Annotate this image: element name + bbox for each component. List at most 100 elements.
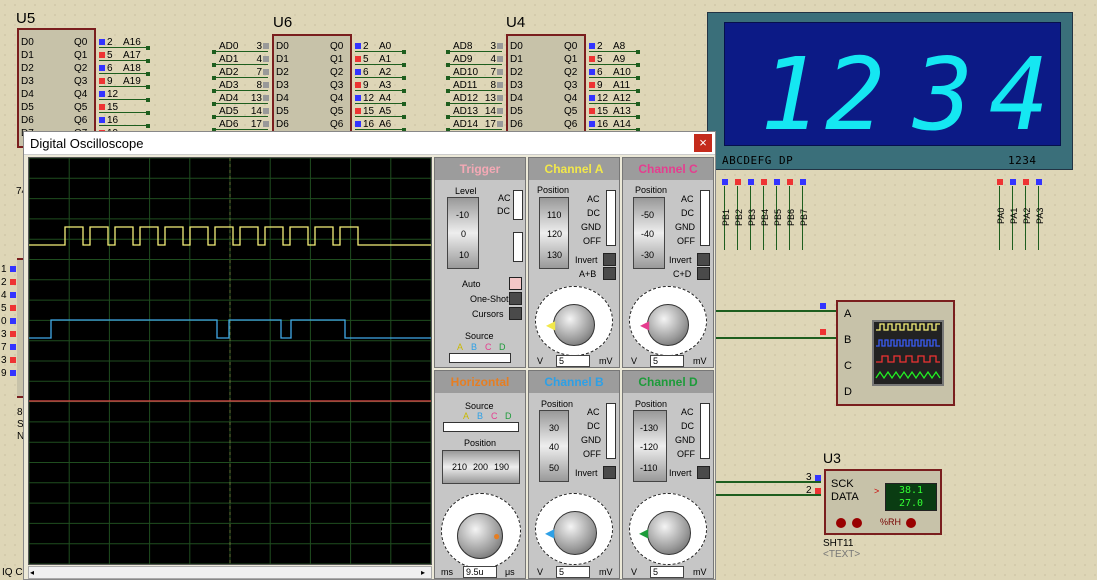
u5-right-wire-4 xyxy=(99,99,147,100)
channel-a-sum-button[interactable] xyxy=(603,267,616,280)
channel-d-value[interactable]: 5 xyxy=(650,566,684,578)
channel-b-mode-switch[interactable] xyxy=(606,403,616,459)
channel-a-position-slider[interactable]: 110 120 130 xyxy=(539,197,569,269)
trigger-auto-button[interactable] xyxy=(509,277,522,290)
channel-c-invert-button[interactable] xyxy=(697,253,710,266)
u4-right-pin-2: Q2 xyxy=(564,67,578,78)
u6-left-dot-6 xyxy=(263,121,269,127)
channel-c-mode-ac[interactable]: AC xyxy=(681,194,694,204)
channel-b-unit-mv: mV xyxy=(599,567,613,577)
wire-scope-a xyxy=(716,310,836,312)
trigger-dc-label: DC xyxy=(497,206,510,216)
trigger-source-c[interactable]: C xyxy=(485,342,492,352)
channel-b-mode-ac[interactable]: AC xyxy=(587,407,600,417)
u5-right-dot-5 xyxy=(99,104,105,110)
osc-traces xyxy=(28,157,432,565)
trigger-source-slider[interactable] xyxy=(449,353,511,363)
u4-right-pin-0: Q0 xyxy=(564,41,578,52)
sht11-reading-1: 38.1 xyxy=(898,485,924,496)
channel-c-volts-knob[interactable] xyxy=(647,304,689,346)
horizontal-position-slider[interactable]: 210 200 190 xyxy=(442,450,520,484)
channel-d-mode-off[interactable]: OFF xyxy=(677,449,695,459)
channel-b-volts-knob[interactable] xyxy=(553,511,597,555)
u5-right-term-1 xyxy=(146,59,150,63)
channel-c-mode-switch[interactable] xyxy=(700,190,710,246)
u4-right-dot-5 xyxy=(589,108,595,114)
u4-right-term-3 xyxy=(636,89,640,93)
channel-d-mode-gnd[interactable]: GND xyxy=(675,435,695,445)
channel-b-value[interactable]: 5 xyxy=(556,566,590,578)
trigger-oneshot-button[interactable] xyxy=(509,292,522,305)
u5-left-pin-6: D6 xyxy=(21,115,34,126)
channel-b-position-slider[interactable]: 30 40 50 xyxy=(539,410,569,482)
digital-oscilloscope-window[interactable]: Digital Oscilloscope × ◂ ▸ Trigger Level… xyxy=(23,131,716,580)
channel-b-unit-v: V xyxy=(537,567,544,577)
seg-b-dot-6 xyxy=(800,179,806,185)
osc-screen[interactable] xyxy=(28,157,432,565)
channel-a-value[interactable]: 5 xyxy=(556,355,590,367)
channel-a-mode-ac[interactable]: AC xyxy=(587,194,600,204)
channel-a-mode-off[interactable]: OFF xyxy=(583,236,601,246)
channel-b-mode-dc[interactable]: DC xyxy=(587,421,600,431)
trigger-source-a[interactable]: A xyxy=(457,342,463,352)
osc-title-bar[interactable]: Digital Oscilloscope × xyxy=(24,132,715,155)
u6-left-dot-4 xyxy=(263,95,269,101)
seven-segment-display[interactable]: 1 2 3 4 ABCDEFG DP 1234 xyxy=(707,12,1073,170)
channel-d-invert-button[interactable] xyxy=(697,466,710,479)
channel-b-invert-button[interactable] xyxy=(603,466,616,479)
channel-a-mode-switch[interactable] xyxy=(606,190,616,246)
channel-d-mode-dc[interactable]: DC xyxy=(681,421,694,431)
channel-a-invert-button[interactable] xyxy=(603,253,616,266)
trigger-source-b[interactable]: B xyxy=(471,342,477,352)
channel-c-mode-off[interactable]: OFF xyxy=(677,236,695,246)
mini-scope-input-b: B xyxy=(844,334,852,346)
channel-a-mode-dc[interactable]: DC xyxy=(587,208,600,218)
horizontal-source-slider[interactable] xyxy=(443,422,519,432)
u5-left-pin-1: D1 xyxy=(21,50,34,61)
horizontal-source-b[interactable]: B xyxy=(477,411,483,421)
left-side-num-1: 2 xyxy=(1,277,7,288)
horizontal-source-d[interactable]: D xyxy=(505,411,512,421)
channel-c-mode-gnd[interactable]: GND xyxy=(675,222,695,232)
channel-d-volts-knob[interactable] xyxy=(647,511,691,555)
sht11-button-3[interactable] xyxy=(906,518,916,528)
channel-d-mode-ac[interactable]: AC xyxy=(681,407,694,417)
scroll-left-arrow[interactable]: ◂ xyxy=(30,568,39,577)
u5-left-pin-5: D5 xyxy=(21,102,34,113)
trigger-source-d[interactable]: D xyxy=(499,342,506,352)
close-button[interactable]: × xyxy=(694,134,712,152)
trigger-level-slider[interactable]: -10 0 10 xyxy=(447,197,479,269)
channel-c-position-slider[interactable]: -50 -40 -30 xyxy=(633,197,665,269)
u4-right-net-2: A10 xyxy=(613,67,631,78)
u6-left-dot-0 xyxy=(263,43,269,49)
u5-left-pin-2: D2 xyxy=(21,63,34,74)
scope-a-pin xyxy=(820,303,826,309)
channel-c-mode-dc[interactable]: DC xyxy=(681,208,694,218)
sht11-button-2[interactable] xyxy=(852,518,862,528)
sht11-sensor[interactable]: SCK DATA > 38.1 27.0 %RH xyxy=(824,469,942,535)
channel-c-value[interactable]: 5 xyxy=(650,355,684,367)
scroll-right-arrow[interactable]: ▸ xyxy=(421,568,430,577)
trigger-coupling-switch[interactable] xyxy=(513,190,523,220)
trigger-cursors-button[interactable] xyxy=(509,307,522,320)
channel-d-position-slider[interactable]: -130 -120 -110 xyxy=(633,410,667,482)
horizontal-scrollbar[interactable]: ◂ ▸ xyxy=(28,566,432,579)
left-side-dot-4 xyxy=(10,318,16,324)
channel-c-heading: Channel C xyxy=(623,158,713,180)
sht11-button-1[interactable] xyxy=(836,518,846,528)
u4-right-dot-6 xyxy=(589,121,595,127)
horizontal-source-c[interactable]: C xyxy=(491,411,498,421)
channel-b-panel: Channel B Position 30 40 50 AC DC GND OF… xyxy=(528,370,620,579)
u6-right-dot-0 xyxy=(355,43,361,49)
horizontal-value[interactable]: 9.5u xyxy=(463,566,497,578)
channel-d-mode-switch[interactable] xyxy=(700,403,710,459)
channel-b-mode-gnd[interactable]: GND xyxy=(581,435,601,445)
digit-3: 3 xyxy=(913,36,974,153)
channel-a-volts-knob[interactable] xyxy=(553,304,595,346)
logic-analyzer-instrument[interactable]: A B C D xyxy=(836,300,955,406)
channel-c-sum-button[interactable] xyxy=(697,267,710,280)
channel-b-mode-off[interactable]: OFF xyxy=(583,449,601,459)
channel-a-mode-gnd[interactable]: GND xyxy=(581,222,601,232)
horizontal-source-a[interactable]: A xyxy=(463,411,469,421)
trigger-edge-switch[interactable] xyxy=(513,232,523,262)
